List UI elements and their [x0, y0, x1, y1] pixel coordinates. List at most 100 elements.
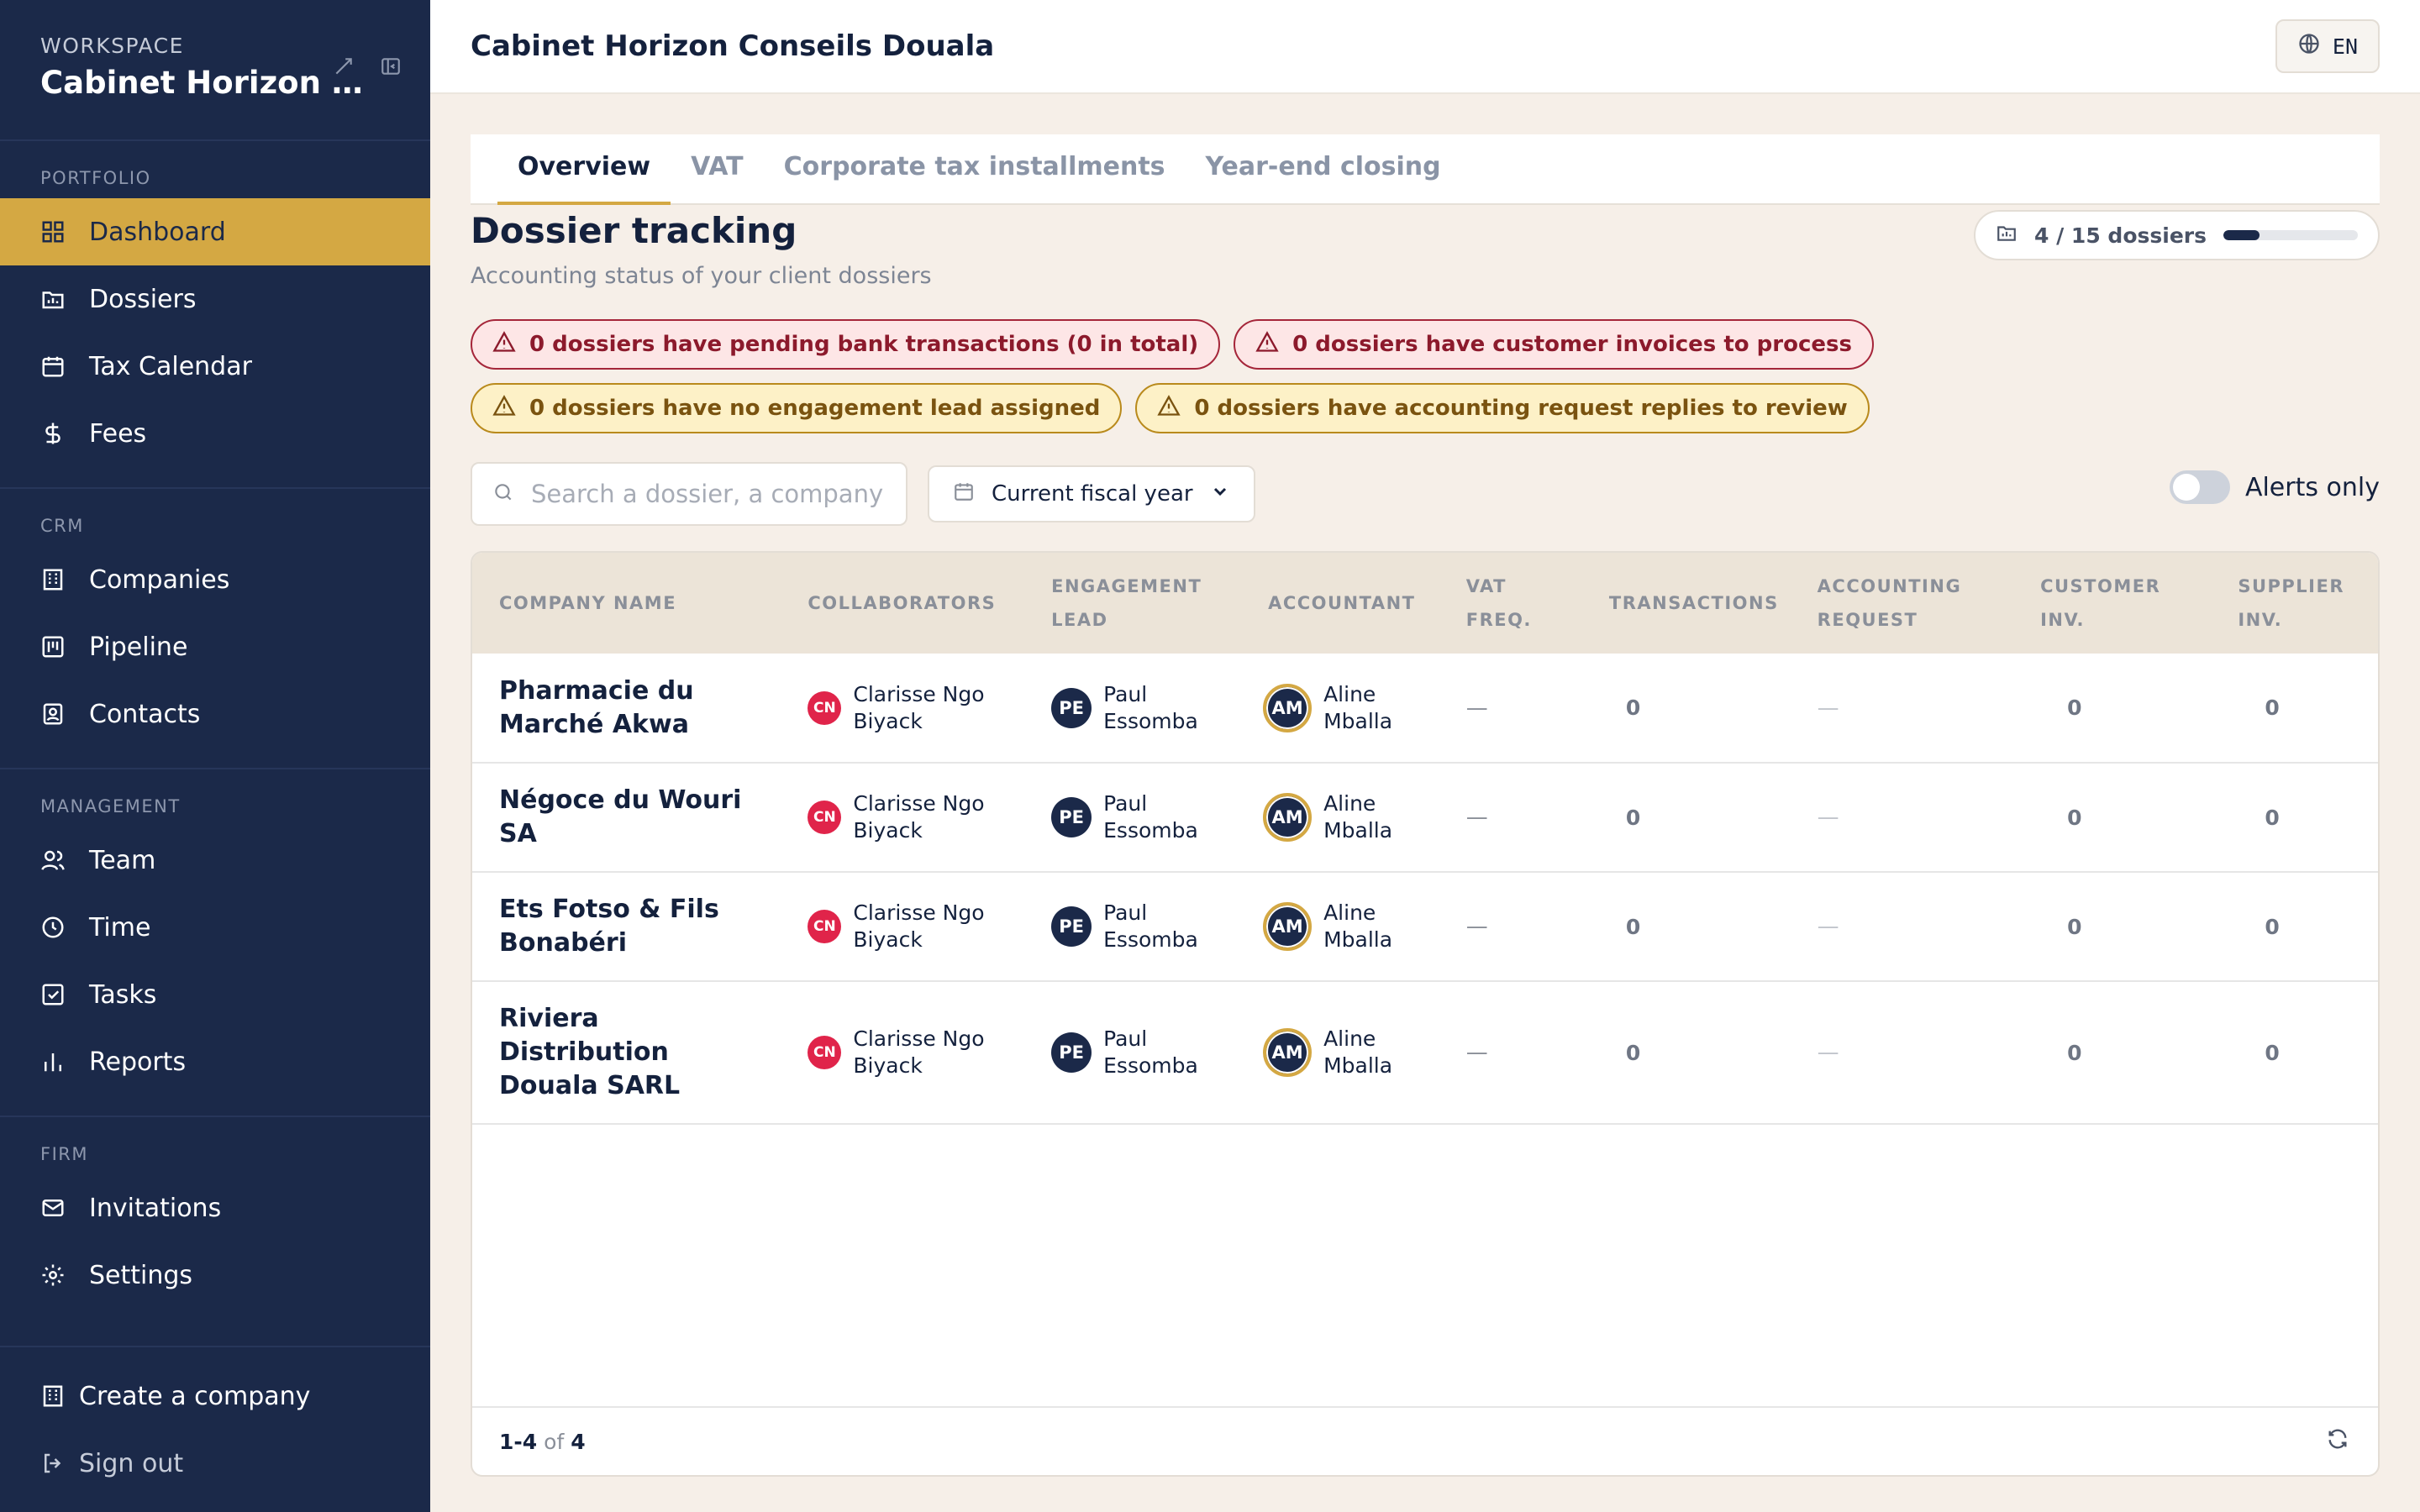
column-header[interactable]: ACCOUNTING REQUEST	[1791, 553, 2013, 654]
create-company-label: Create a company	[79, 1381, 311, 1411]
pagination-from: 1	[499, 1429, 514, 1454]
sidebar-item-reports[interactable]: Reports	[0, 1028, 430, 1095]
company-name[interactable]: Négoce du Wouri SA	[499, 784, 768, 851]
vat-frequency: —	[1465, 1040, 1488, 1065]
dashboard-icon	[40, 219, 66, 244]
alert-request-replies[interactable]: 0 dossiers have accounting request repli…	[1135, 383, 1870, 433]
accounting-request: —	[1817, 805, 1839, 830]
workspace-header: WORKSPACE Cabinet Horizon Conseils Doual…	[0, 0, 430, 141]
collaborator-name: Clarisse Ngo Biyack	[853, 900, 985, 952]
building-icon	[40, 1383, 66, 1409]
avatar: PE	[1051, 687, 1092, 728]
supplier-invoices-count: 0	[2265, 1040, 2280, 1065]
column-header[interactable]: COLLABORATORS	[781, 553, 1024, 654]
sidebar: WORKSPACE Cabinet Horizon Conseils Doual…	[0, 0, 430, 1512]
column-header[interactable]: COMPANY NAME	[472, 553, 781, 654]
alerts-only-toggle[interactable]	[2169, 470, 2230, 504]
collaborator-name: Clarisse Ngo Biyack	[853, 1026, 985, 1078]
column-header[interactable]: TRANSACTIONS	[1582, 553, 1791, 654]
sidebar-item-fees[interactable]: Fees	[0, 400, 430, 467]
transactions-count: 0	[1625, 805, 1641, 830]
sidebar-item-pipeline[interactable]: Pipeline	[0, 613, 430, 680]
sidebar-item-tasks[interactable]: Tasks	[0, 961, 430, 1028]
sidebar-item-companies[interactable]: Companies	[0, 546, 430, 613]
workspace-label: WORKSPACE	[40, 34, 184, 58]
sidebar-item-settings[interactable]: Settings	[0, 1242, 430, 1309]
table-footer: 1-4 of 4	[472, 1406, 2378, 1475]
table-row[interactable]: Riviera Distribution Douala SARL CN Clar…	[472, 981, 2378, 1124]
column-header[interactable]: CUSTOMER INV.	[2013, 553, 2211, 654]
section-label: CRM	[40, 516, 84, 536]
switch-icon[interactable]	[333, 55, 355, 77]
customer-invoices-count: 0	[2067, 1040, 2082, 1065]
alert-text: 0 dossiers have accounting request repli…	[1194, 396, 1848, 421]
sidebar-item-team[interactable]: Team	[0, 827, 430, 894]
sidebar-item-label: Fees	[89, 418, 147, 449]
tab-overview[interactable]: Overview	[497, 152, 671, 205]
sidebar-item-label: Dossiers	[89, 284, 197, 314]
column-header[interactable]: ACCOUNTANT	[1241, 553, 1439, 654]
workspace-actions	[333, 55, 402, 77]
alert-customer-invoices[interactable]: 0 dossiers have customer invoices to pro…	[1234, 319, 1874, 370]
sidebar-item-label: Tasks	[89, 979, 157, 1010]
sidebar-item-contacts[interactable]: Contacts	[0, 680, 430, 748]
alerts-only-label: Alerts only	[2244, 472, 2380, 502]
alert-bank-transactions[interactable]: 0 dossiers have pending bank transaction…	[471, 319, 1221, 370]
engagement-lead-name: Paul Essomba	[1103, 900, 1198, 952]
column-header[interactable]: ENGAGEMENT LEAD	[1024, 553, 1241, 654]
collapse-sidebar-icon[interactable]	[380, 55, 402, 77]
collaborators-cell: CN Clarisse Ngo Biyack	[781, 981, 1024, 1124]
collaborators-cell: CN Clarisse Ngo Biyack	[781, 763, 1024, 872]
create-company-button[interactable]: Create a company	[0, 1362, 430, 1430]
company-name[interactable]: Ets Fotso & Fils Bonabéri	[499, 893, 768, 960]
tab-year-end-closing[interactable]: Year-end closing	[1186, 152, 1461, 203]
sidebar-item-dashboard[interactable]: Dashboard	[0, 198, 430, 265]
building-icon	[40, 567, 66, 592]
avatar: PE	[1051, 797, 1092, 837]
table-row[interactable]: Pharmacie du Marché Akwa CN Clarisse Ngo…	[472, 654, 2378, 763]
supplier-inv-cell: 0	[2211, 763, 2378, 872]
tab-corporate-tax[interactable]: Corporate tax installments	[764, 152, 1186, 203]
pipeline-icon	[40, 634, 66, 659]
accountant-cell: AM Aline Mballa	[1241, 763, 1439, 872]
sidebar-item-label: Time	[89, 912, 151, 942]
sidebar-item-tax-calendar[interactable]: Tax Calendar	[0, 333, 430, 400]
tab-vat[interactable]: VAT	[671, 152, 764, 203]
company-name[interactable]: Pharmacie du Marché Akwa	[499, 675, 768, 742]
page-head: Dossier tracking Accounting status of yo…	[471, 210, 2380, 289]
gear-icon	[40, 1263, 66, 1288]
accounting-request: —	[1817, 914, 1839, 939]
section-label: PORTFOLIO	[40, 168, 151, 188]
fiscal-year-select[interactable]: Current fiscal year	[928, 465, 1255, 522]
language-button[interactable]: EN	[2275, 19, 2380, 73]
sidebar-item-dossiers[interactable]: Dossiers	[0, 265, 430, 333]
refresh-icon[interactable]	[2326, 1427, 2349, 1456]
table-row[interactable]: Ets Fotso & Fils Bonabéri CN Clarisse Ng…	[472, 872, 2378, 981]
transactions-count: 0	[1625, 914, 1641, 939]
engagement-lead-cell: PE Paul Essomba	[1024, 872, 1241, 981]
sidebar-item-label: Team	[89, 845, 156, 875]
page-subtitle: Accounting status of your client dossier…	[471, 263, 932, 289]
transactions-cell: 0	[1582, 654, 1791, 763]
alert-no-engagement-lead[interactable]: 0 dossiers have no engagement lead assig…	[471, 383, 1123, 433]
warning-icon	[1255, 330, 1279, 360]
request-cell: —	[1791, 872, 2013, 981]
sign-out-button[interactable]: Sign out	[0, 1430, 430, 1497]
table-row[interactable]: Négoce du Wouri SA CN Clarisse Ngo Biyac…	[472, 763, 2378, 872]
section-label: MANAGEMENT	[40, 796, 181, 816]
search-input[interactable]	[531, 480, 884, 508]
sidebar-item-time[interactable]: Time	[0, 894, 430, 961]
company-name[interactable]: Riviera Distribution Douala SARL	[499, 1002, 768, 1103]
accountant-name: Aline Mballa	[1323, 681, 1393, 733]
company-cell: Riviera Distribution Douala SARL	[472, 981, 781, 1124]
column-header[interactable]: SUPPLIER INV.	[2211, 553, 2378, 654]
workspace-name[interactable]: Cabinet Horizon Conseils Douala	[40, 65, 376, 101]
supplier-invoices-count: 0	[2265, 914, 2280, 939]
column-header[interactable]: VAT FREQ.	[1439, 553, 1582, 654]
avatar: AM	[1263, 683, 1313, 732]
transactions-cell: 0	[1582, 872, 1791, 981]
supplier-inv-cell: 0	[2211, 872, 2378, 981]
sidebar-item-invitations[interactable]: Invitations	[0, 1174, 430, 1242]
engagement-lead-cell: PE Paul Essomba	[1024, 654, 1241, 763]
topbar: Cabinet Horizon Conseils Douala EN	[430, 0, 2420, 94]
